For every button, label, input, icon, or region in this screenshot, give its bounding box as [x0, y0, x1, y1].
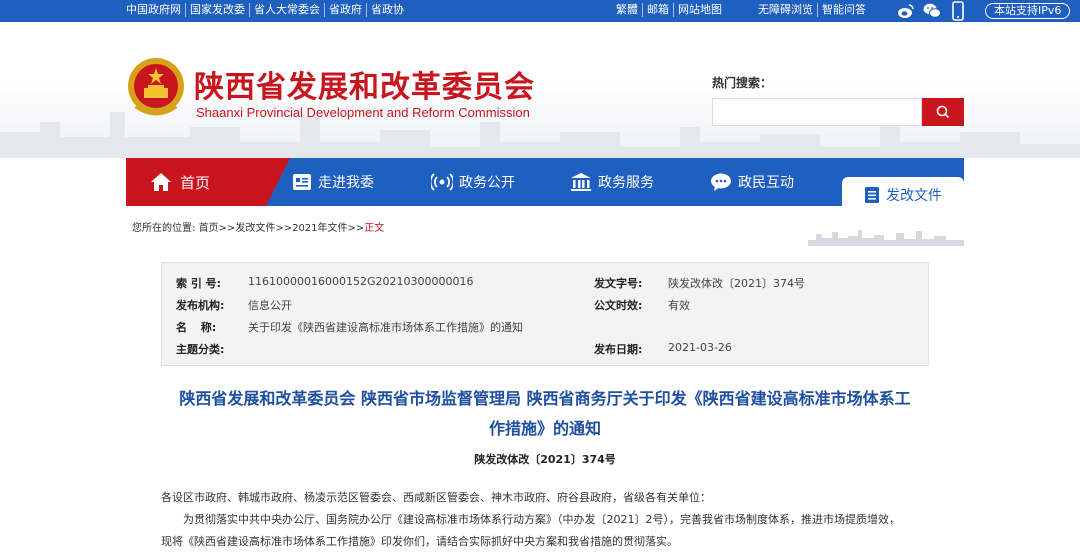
top-right-links: 繁體 邮箱 网站地图 — [612, 3, 726, 17]
article-title-line1: 陕西省发展和改革委员会 陕西省市场监督管理局 陕西省商务厅关于印发《陕西省建设高… — [179, 389, 911, 408]
nav-item-interaction[interactable]: 政民互动 — [710, 158, 794, 206]
breadcrumb-current: 正文 — [364, 223, 385, 234]
top-link-traditional[interactable]: 繁體 — [612, 3, 643, 17]
id-card-icon — [293, 174, 311, 190]
meta-date-label: 发布日期: — [594, 343, 643, 356]
city-skyline-decoration — [808, 230, 964, 246]
nav-home-tip — [266, 158, 290, 206]
breadcrumb-path[interactable]: 首页>>发改文件>>2021年文件>> — [199, 223, 365, 234]
top-link-mail[interactable]: 邮箱 — [643, 3, 674, 17]
top-link-sitemap[interactable]: 网站地图 — [674, 3, 726, 17]
site-header: 陕西省发展和改革委员会 Shaanxi Provincial Developme… — [0, 22, 1080, 158]
nav-item-documents-label: 发改文件 — [886, 187, 942, 204]
meta-index-value: 11610000016000152G20210300000016 — [248, 275, 474, 288]
national-emblem — [128, 58, 184, 116]
meta-docno-value: 陕发改体改〔2021〕374号 — [668, 277, 805, 290]
top-links: 中国政府网 国家发改委 省人大常委会 省政府 省政协 — [126, 3, 408, 17]
top-link-npc[interactable]: 省人大常委会 — [250, 3, 325, 17]
top-link-qa[interactable]: 智能问答 — [818, 3, 870, 17]
top-right-links-2: 无障碍浏览 智能问答 — [754, 3, 870, 17]
top-link-ndrc[interactable]: 国家发改委 — [186, 3, 250, 17]
article-body: 各设区市政府、韩城市政府、杨凌示范区管委会、西咸新区管委会、神木市政府、府谷县政… — [161, 487, 931, 553]
article-recipients: 各设区市政府、韩城市政府、杨凌示范区管委会、西咸新区管委会、神木市政府、府谷县政… — [161, 491, 711, 504]
top-bar: 中国政府网 国家发改委 省人大常委会 省政府 省政协 繁體 邮箱 网站地图 无障… — [0, 0, 1080, 22]
search-icon — [936, 105, 950, 119]
top-link-cppcc[interactable]: 省政协 — [367, 3, 408, 17]
ipv6-badge[interactable]: 本站支持IPv6 — [985, 3, 1071, 19]
document-icon — [865, 186, 879, 203]
broadcast-icon — [431, 173, 453, 191]
chat-icon — [711, 173, 731, 191]
nav-item-gov-service-label: 政务服务 — [598, 175, 654, 191]
article-title: 陕西省发展和改革委员会 陕西省市场监督管理局 陕西省商务厅关于印发《陕西省建设高… — [140, 384, 950, 444]
social-icons — [896, 1, 968, 21]
nav-item-gov-open[interactable]: 政务公开 — [431, 158, 515, 206]
top-link-gov[interactable]: 中国政府网 — [126, 3, 186, 17]
meta-topic-label: 主题分类: — [176, 343, 225, 356]
site-subtitle: Shaanxi Provincial Development and Refor… — [196, 105, 530, 120]
breadcrumb-prefix: 您所在的位置: — [132, 223, 199, 234]
article-title-line2: 作措施》的通知 — [488, 419, 601, 438]
meta-validity-value: 有效 — [668, 299, 690, 312]
search-button[interactable] — [922, 98, 964, 126]
article-paragraph-1-cont: 现将《陕西省建设高标准市场体系工作措施》印发你们，请结合实际抓好中央方案和我省措… — [161, 535, 678, 548]
nav-item-about-label: 走进我委 — [318, 175, 374, 191]
meta-validity-label: 公文时效: — [594, 299, 643, 312]
article-paragraph-1: 为贯彻落实中共中央办公厅、国务院办公厅《建设高标准市场体系行动方案》（中办发〔2… — [183, 513, 900, 526]
top-link-accessibility[interactable]: 无障碍浏览 — [754, 3, 818, 17]
top-link-province[interactable]: 省政府 — [325, 3, 367, 17]
meta-name-value: 关于印发《陕西省建设高标准市场体系工作措施》的通知 — [248, 321, 523, 334]
nav-item-gov-service[interactable]: 政务服务 — [570, 158, 654, 206]
meta-index-label: 索 引 号: — [176, 277, 222, 290]
nav-item-gov-open-label: 政务公开 — [459, 175, 515, 191]
meta-docno-label: 发文字号: — [594, 277, 643, 290]
nav-item-interaction-label: 政民互动 — [738, 175, 794, 191]
meta-date-value: 2021-03-26 — [668, 341, 732, 354]
search-input[interactable] — [712, 98, 922, 126]
breadcrumb: 您所在的位置: 首页>>发改文件>>2021年文件>>正文 — [126, 206, 964, 246]
site-title: 陕西省发展和改革委员会 — [194, 70, 535, 105]
meta-org-value: 信息公开 — [248, 299, 292, 312]
home-icon — [151, 173, 171, 191]
article-doc-number: 陕发改体改〔2021〕374号 — [474, 453, 616, 466]
meta-name-label: 名 称: — [176, 321, 217, 334]
nav-home-label: 首页 — [180, 173, 211, 192]
document-meta-table: 索 引 号: 11610000016000152G20210300000016 … — [161, 262, 929, 366]
wechat-icon[interactable] — [922, 1, 942, 21]
nav-item-about[interactable]: 走进我委 — [292, 158, 374, 206]
nav-home[interactable]: 首页 — [126, 158, 266, 206]
main-nav: 首页 走进我委 政务公开 政务服务 政民互动 发改文件 — [126, 158, 964, 212]
breadcrumb-text: 您所在的位置: 首页>>发改文件>>2021年文件>>正文 — [132, 219, 384, 234]
building-icon — [571, 173, 591, 191]
mobile-icon[interactable] — [948, 1, 968, 21]
hot-search-label: 热门搜索： — [712, 76, 773, 90]
weibo-icon[interactable] — [896, 1, 916, 21]
meta-org-label: 发布机构: — [176, 299, 225, 312]
